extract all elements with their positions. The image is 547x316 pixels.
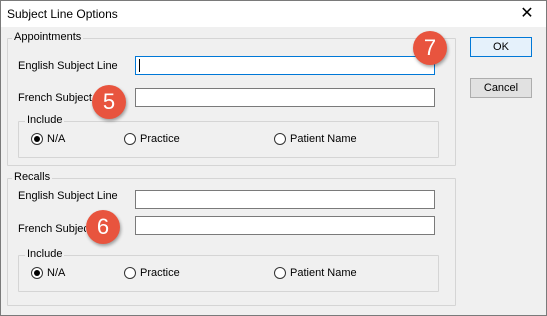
recalls-group-label: Recalls — [12, 171, 53, 183]
recalls-radio-patient-name[interactable]: Patient Name — [274, 267, 357, 279]
radio-label: N/A — [47, 133, 66, 145]
radio-button[interactable] — [31, 133, 43, 145]
radio-label: Patient Name — [290, 133, 357, 145]
recalls-english-input[interactable] — [135, 190, 435, 209]
radio-label: Practice — [140, 267, 180, 279]
step-7-callout: 7 — [413, 31, 447, 65]
step-6-callout: 6 — [86, 210, 120, 244]
appointments-french-label: French Subject Line — [18, 92, 92, 104]
radio-label: Patient Name — [290, 267, 357, 279]
appointments-radio-na[interactable]: N/A — [31, 133, 65, 145]
title-bar: Subject Line Options ✕ — [1, 1, 546, 27]
recalls-english-label: English Subject Line — [18, 190, 118, 202]
text-caret — [139, 59, 140, 72]
subject-line-options-dialog: Subject Line Options ✕ Appointments Engl… — [0, 0, 547, 316]
radio-button[interactable] — [124, 267, 136, 279]
close-icon[interactable]: ✕ — [512, 2, 542, 26]
radio-button[interactable] — [274, 267, 286, 279]
appointments-include-group — [18, 121, 439, 158]
recalls-radio-practice[interactable]: Practice — [124, 267, 180, 279]
dialog-title: Subject Line Options — [7, 7, 118, 21]
ok-button[interactable]: OK — [470, 37, 532, 57]
appointments-french-input[interactable] — [135, 88, 435, 107]
radio-label: Practice — [140, 133, 180, 145]
recalls-french-label: French Subject Line — [18, 223, 86, 235]
step-5-callout: 5 — [92, 85, 126, 119]
appointments-english-label: English Subject Line — [18, 60, 118, 72]
appointments-include-label: Include — [25, 114, 65, 126]
radio-label: N/A — [47, 267, 66, 279]
appointments-radio-practice[interactable]: Practice — [124, 133, 180, 145]
radio-button[interactable] — [31, 267, 43, 279]
recalls-radio-na[interactable]: N/A — [31, 267, 65, 279]
appointments-english-input[interactable] — [135, 56, 435, 75]
appointments-group-label: Appointments — [12, 31, 84, 43]
cancel-button[interactable]: Cancel — [470, 78, 532, 98]
recalls-include-label: Include — [25, 248, 65, 260]
appointments-radio-patient-name[interactable]: Patient Name — [274, 133, 357, 145]
recalls-french-input[interactable] — [135, 216, 435, 235]
radio-button[interactable] — [124, 133, 136, 145]
radio-button[interactable] — [274, 133, 286, 145]
recalls-include-group — [18, 255, 439, 292]
